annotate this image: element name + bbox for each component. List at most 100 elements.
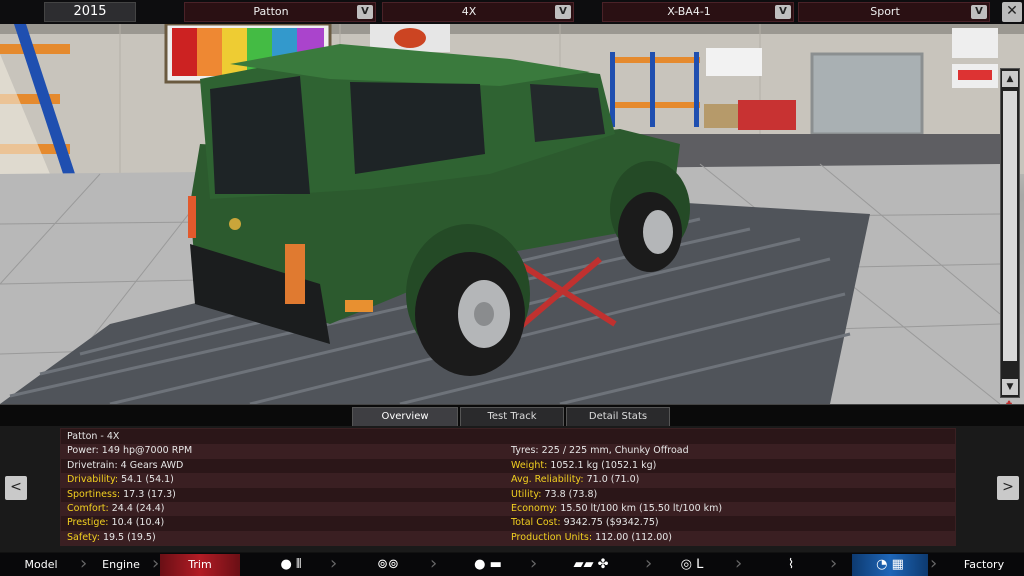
stats-row: Prestige: 10.4 (10.4) Total Cost: 9342.75… (61, 516, 955, 530)
stat-label: Power: (67, 445, 99, 457)
model-select[interactable]: Patton V (184, 2, 376, 22)
scroll-up-button[interactable]: ▲ (1002, 71, 1018, 87)
stats-row: Power: 149 hp@7000 RPM Tyres: 225 / 225 m… (61, 444, 955, 459)
chevron-down-icon[interactable]: V (555, 5, 571, 19)
stat-value: 149 hp@7000 RPM (101, 445, 193, 457)
gearbox-icon[interactable]: ● ⫴ (268, 554, 314, 576)
nav-separator: › (735, 553, 743, 574)
year-display: 2015 (44, 2, 136, 22)
garage-scene (0, 24, 1024, 404)
stats-tabs: Overview Test Track Detail Stats (0, 404, 1024, 427)
family-select[interactable]: Sport V (798, 2, 990, 22)
family-select-value: Sport (870, 5, 900, 18)
stat-label: Economy: (511, 503, 558, 514)
stat-value: 73.8 (73.8) (544, 488, 598, 500)
close-button[interactable]: ✕ (1002, 2, 1022, 22)
nav-separator: › (645, 553, 653, 574)
stat-label: Weight: (511, 459, 548, 471)
chevron-down-icon[interactable]: V (357, 5, 373, 19)
stat-label: Avg. Reliability: (511, 474, 584, 486)
testing-icon[interactable]: ◔ ▦ (852, 554, 928, 576)
stat-right: Production Units: 112.00 (112.00) (511, 531, 672, 545)
stats-row: Drivability: 54.1 (54.1) Avg. Reliability… (61, 473, 955, 488)
top-bar: 2015 Patton V 4X V X-BA4-1 V Sport V ✕ (0, 0, 1024, 24)
stat-value: 9342.75 ($9342.75) (563, 517, 659, 529)
nav-trim[interactable]: Trim (160, 554, 240, 576)
stat-left: Sportiness: 17.3 (17.3) (67, 488, 176, 502)
stat-left: Drivetrain: 4 Gears AWD (67, 459, 183, 473)
prev-button[interactable]: < (5, 476, 27, 500)
suspension-icon[interactable]: ⌇ (776, 554, 806, 576)
nav-separator: › (80, 553, 88, 574)
wheels-icon[interactable]: ⊚⊚ (366, 554, 410, 576)
stats-overview-table: Patton - 4X Power: 149 hp@7000 RPM Tyres: … (60, 428, 956, 546)
model-select-value: Patton (253, 5, 289, 18)
stat-left: Power: 149 hp@7000 RPM (67, 444, 192, 458)
stats-row: Patton - 4X (61, 430, 955, 444)
stats-row: Comfort: 24.4 (24.4) Economy: 15.50 lt/10… (61, 502, 955, 517)
tab-overview[interactable]: Overview (352, 407, 458, 427)
scroll-thumb[interactable] (1003, 91, 1017, 361)
chassis-icon[interactable]: ● ▬ (462, 554, 514, 576)
stat-right: Tyres: 225 / 225 mm, Chunky Offroad (511, 444, 689, 458)
stat-left: Patton - 4X (67, 430, 119, 444)
stat-label: Total Cost: (511, 517, 561, 529)
next-button[interactable]: > (997, 476, 1019, 500)
scroll-down-button[interactable]: ▼ (1002, 379, 1018, 395)
nav-engine[interactable]: Engine (88, 554, 154, 576)
stat-label: Drivetrain: (67, 459, 118, 471)
stat-value: 1052.1 kg (1052.1 kg) (550, 459, 657, 471)
stat-label: Tyres: (511, 445, 539, 457)
stat-value: 71.0 (71.0) (586, 474, 640, 486)
stat-label: Patton - 4X (67, 431, 120, 442)
stat-left: Prestige: 10.4 (10.4) (67, 516, 164, 530)
chevron-down-icon[interactable]: V (775, 5, 791, 19)
stat-label: Safety: (67, 531, 100, 543)
nav-factory[interactable]: Factory (944, 554, 1024, 576)
nav-separator: › (930, 553, 938, 574)
stat-value: 15.50 lt/100 km (15.50 lt/100 km) (560, 503, 723, 514)
stat-right: Weight: 1052.1 kg (1052.1 kg) (511, 459, 656, 473)
interior-icon[interactable]: ◎ ᒪ (668, 554, 716, 576)
stat-label: Prestige: (67, 517, 109, 529)
nav-separator: › (530, 553, 538, 574)
nav-separator: › (830, 553, 838, 574)
stats-row: Safety: 19.5 (19.5) Production Units: 112… (61, 530, 955, 546)
stat-label: Drivability: (67, 474, 119, 486)
stat-value: 19.5 (19.5) (102, 531, 156, 543)
stat-right: Economy: 15.50 lt/100 km (15.50 lt/100 k… (511, 502, 722, 516)
stat-left: Comfort: 24.4 (24.4) (67, 502, 164, 516)
stat-value: 10.4 (10.4) (111, 517, 165, 529)
car-viewport[interactable]: ▲ ▼ ✥ (0, 24, 1024, 404)
nav-model[interactable]: Model (0, 554, 82, 576)
stat-value: 4 Gears AWD (120, 459, 184, 471)
stat-label: Production Units: (511, 531, 593, 543)
trim-select-value: 4X (461, 5, 477, 18)
chevron-down-icon[interactable]: V (971, 5, 987, 19)
stat-label: Utility: (511, 488, 542, 500)
stat-right: Utility: 73.8 (73.8) (511, 488, 597, 502)
stat-value: 24.4 (24.4) (111, 503, 165, 514)
stat-right: Total Cost: 9342.75 ($9342.75) (511, 516, 659, 530)
engine-select-value: X-BA4-1 (667, 5, 711, 18)
stats-row: Sportiness: 17.3 (17.3) Utility: 73.8 (73… (61, 488, 955, 502)
stat-left: Drivability: 54.1 (54.1) (67, 473, 174, 487)
stat-label: Sportiness: (67, 488, 121, 500)
nav-separator: › (330, 553, 338, 574)
zoom-scrollbar[interactable]: ▲ ▼ (1000, 68, 1020, 398)
stats-row: Drivetrain: 4 Gears AWD Weight: 1052.1 kg… (61, 459, 955, 473)
stat-right: Avg. Reliability: 71.0 (71.0) (511, 473, 639, 487)
nav-separator: › (152, 553, 160, 574)
tab-detail-stats[interactable]: Detail Stats (566, 407, 670, 427)
nav-separator: › (430, 553, 438, 574)
body-icon[interactable]: ▰▰ ✤ (552, 554, 630, 576)
stat-left: Safety: 19.5 (19.5) (67, 531, 156, 545)
stat-value: 54.1 (54.1) (121, 474, 174, 486)
tab-test-track[interactable]: Test Track (460, 407, 564, 427)
stat-value: 17.3 (17.3) (123, 488, 176, 500)
trim-select[interactable]: 4X V (382, 2, 574, 22)
stat-value: 225 / 225 mm, Chunky Offroad (541, 445, 689, 457)
stat-value: 112.00 (112.00) (595, 531, 673, 543)
bottom-nav: Model › Engine › Trim ● ⫴ › ⊚⊚ › ● ▬ › ▰… (0, 553, 1024, 576)
engine-select[interactable]: X-BA4-1 V (602, 2, 794, 22)
